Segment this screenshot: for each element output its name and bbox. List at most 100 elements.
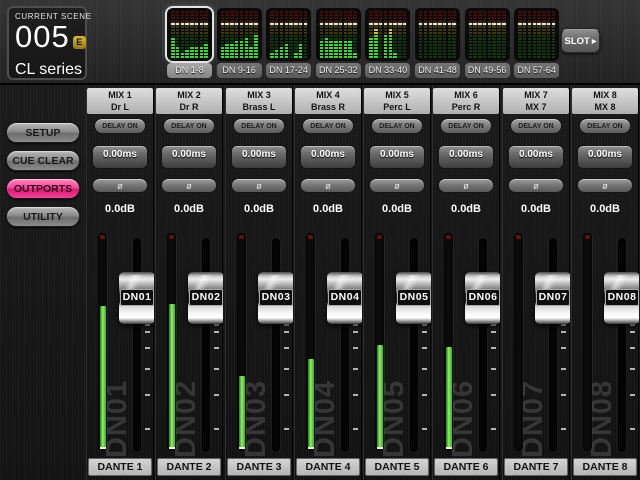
- meter-segment: [200, 56, 204, 58]
- fader-knob-label: DN04: [328, 289, 362, 306]
- delay-on-button[interactable]: DELAY ON: [302, 118, 354, 134]
- meter-segment: [294, 35, 298, 37]
- meter-column: [289, 11, 293, 58]
- meter-block-tab[interactable]: DN 17-24: [266, 8, 311, 78]
- fader-knob-label: DN02: [189, 289, 223, 306]
- meter-segment: [190, 41, 194, 43]
- channel-header[interactable]: MIX 2 Dr R: [156, 88, 222, 114]
- meter-segment: [438, 38, 442, 40]
- meter-segment: [528, 50, 532, 52]
- meter-segment: [528, 56, 532, 58]
- fader-track[interactable]: [410, 238, 418, 452]
- phase-button[interactable]: ø: [577, 178, 633, 193]
- meter-segment: [497, 20, 501, 22]
- fader-knob[interactable]: DN02: [188, 272, 223, 324]
- channel-header[interactable]: MIX 5 Perc L: [364, 88, 430, 114]
- delay-value[interactable]: 0.00ms: [369, 145, 425, 169]
- meter-segment: [537, 44, 541, 46]
- sidebar-button-utility[interactable]: UTILITY: [6, 206, 80, 227]
- delay-on-button[interactable]: DELAY ON: [510, 118, 562, 134]
- fader-knob[interactable]: DN05: [396, 272, 431, 324]
- channel-header[interactable]: MIX 1 Dr L: [87, 88, 153, 114]
- fader-scale-tick: [284, 324, 289, 326]
- delay-value[interactable]: 0.00ms: [92, 145, 148, 169]
- channel-header[interactable]: MIX 3 Brass L: [226, 88, 292, 114]
- meter-segment: [304, 38, 308, 40]
- meter-segment: [221, 38, 225, 40]
- phase-button[interactable]: ø: [231, 178, 287, 193]
- meter-segment: [339, 50, 343, 52]
- channel-header[interactable]: MIX 4 Brass R: [295, 88, 361, 114]
- meter-segment: [240, 26, 244, 28]
- phase-button[interactable]: ø: [369, 178, 425, 193]
- channel-header[interactable]: MIX 6 Perc R: [433, 88, 499, 114]
- channel-header[interactable]: MIX 7 MX 7: [503, 88, 569, 114]
- delay-on-button[interactable]: DELAY ON: [233, 118, 285, 134]
- meter-block-tab[interactable]: DN 33-40: [365, 8, 410, 78]
- fader-knob[interactable]: DN04: [327, 272, 362, 324]
- meter-column: [478, 11, 482, 58]
- delay-on-button[interactable]: DELAY ON: [440, 118, 492, 134]
- fader-track[interactable]: [133, 238, 141, 452]
- meter-block-tab[interactable]: DN 9-16: [217, 8, 262, 78]
- meter-column: [438, 11, 442, 58]
- phase-button[interactable]: ø: [92, 178, 148, 193]
- delay-value[interactable]: 0.00ms: [438, 145, 494, 169]
- meter-segment: [221, 29, 225, 31]
- meter-block-tab[interactable]: DN 1-8: [167, 8, 212, 78]
- meter-block-tab[interactable]: DN 25-32: [316, 8, 361, 78]
- meter-block-tab[interactable]: DN 49-56: [465, 8, 510, 78]
- delay-on-button[interactable]: DELAY ON: [94, 118, 146, 134]
- phase-button[interactable]: ø: [161, 178, 217, 193]
- meter-segment: [190, 29, 194, 31]
- meter-segment: [254, 35, 258, 37]
- fader-track[interactable]: [202, 238, 210, 452]
- meter-segment: [325, 56, 329, 58]
- meter-segment: [419, 29, 423, 31]
- fader-knob[interactable]: DN01: [119, 272, 154, 324]
- sidebar-button-outports[interactable]: OUTPORTS: [6, 178, 80, 199]
- phase-button[interactable]: ø: [508, 178, 564, 193]
- fader-knob[interactable]: DN08: [604, 272, 639, 324]
- meter-segment: [221, 47, 225, 49]
- meter-column: [523, 11, 527, 58]
- meter-segment: [424, 11, 428, 13]
- meter-segment: [334, 23, 338, 25]
- fader-track[interactable]: [479, 238, 487, 452]
- meter-segment: [304, 17, 308, 19]
- meter-segment: [344, 23, 348, 25]
- phase-button[interactable]: ø: [300, 178, 356, 193]
- channel-header[interactable]: MIX 8 MX 8: [572, 88, 638, 114]
- fader-track[interactable]: [618, 238, 626, 452]
- delay-value[interactable]: 0.00ms: [577, 145, 633, 169]
- phase-button[interactable]: ø: [438, 178, 494, 193]
- meter-segment: [547, 35, 551, 37]
- delay-value[interactable]: 0.00ms: [300, 145, 356, 169]
- delay-value[interactable]: 0.00ms: [508, 145, 564, 169]
- meter-segment: [190, 44, 194, 46]
- fader-track[interactable]: [549, 238, 557, 452]
- meter-segment: [176, 20, 180, 22]
- sidebar-button-cue-clear[interactable]: CUE CLEAR: [6, 150, 80, 171]
- meter-segment: [230, 23, 234, 25]
- peak-indicator: [377, 235, 382, 239]
- meter-segment: [473, 35, 477, 37]
- fader-knob[interactable]: DN07: [535, 272, 570, 324]
- sidebar-button-setup[interactable]: SETUP: [6, 122, 80, 143]
- fader-track[interactable]: [272, 238, 280, 452]
- fader-track[interactable]: [341, 238, 349, 452]
- delay-value[interactable]: 0.00ms: [161, 145, 217, 169]
- delay-value[interactable]: 0.00ms: [231, 145, 287, 169]
- meter-segment: [240, 14, 244, 16]
- slot-button[interactable]: SLOT ▶: [561, 29, 600, 53]
- delay-on-button[interactable]: DELAY ON: [371, 118, 423, 134]
- fader-knob[interactable]: DN06: [465, 272, 500, 324]
- fader-knob[interactable]: DN03: [258, 272, 293, 324]
- delay-on-button[interactable]: DELAY ON: [163, 118, 215, 134]
- meter-segment: [547, 47, 551, 49]
- meter-block-tab[interactable]: DN 57-64: [514, 8, 559, 78]
- scene-panel[interactable]: CURRENT SCENE 005E CL series: [7, 6, 87, 80]
- meter-block-tab[interactable]: DN 41-48: [415, 8, 460, 78]
- delay-on-button[interactable]: DELAY ON: [579, 118, 631, 134]
- meter-segment: [419, 50, 423, 52]
